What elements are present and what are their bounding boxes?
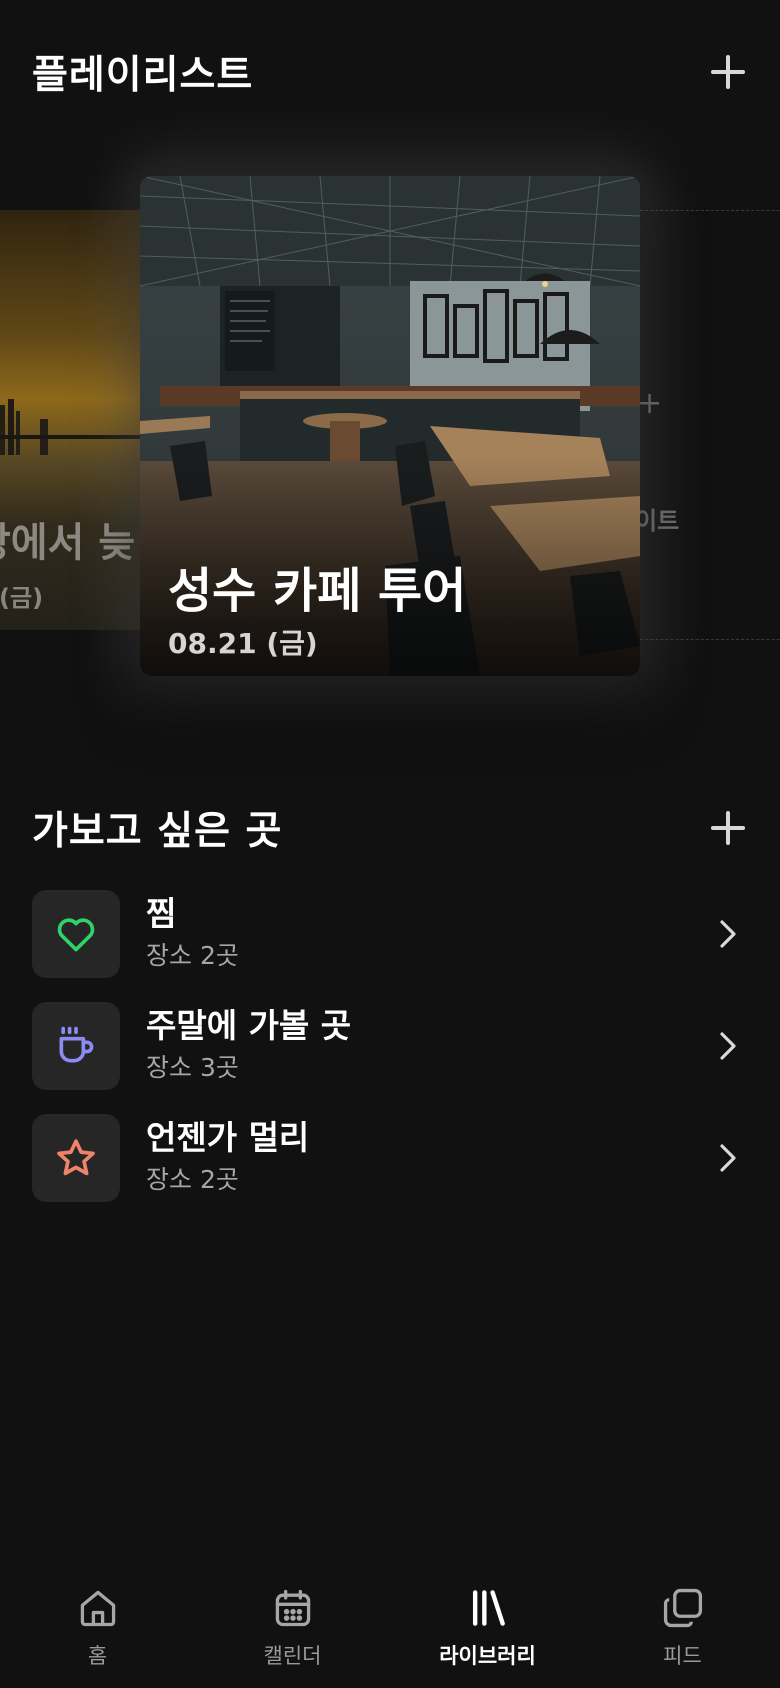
wishlist-item-icon-box [32, 1002, 120, 1090]
add-playlist-card[interactable]: + 이트 [625, 210, 780, 640]
wishlist-item-name: 찜 [146, 894, 177, 933]
add-card-label: 이트 [635, 507, 680, 535]
add-wishlist-button[interactable] [708, 808, 748, 848]
star-icon [57, 1139, 95, 1176]
bottom-navigation: 홈 캘린더 라이브러리 피드 [0, 1564, 780, 1688]
playlist-header: 플레이리스트 [32, 44, 748, 100]
previous-card-date: 7 (금) [0, 584, 44, 612]
playlist-card-current[interactable]: 성수 카페 투어 08.21 (금) [140, 176, 640, 676]
wishlist-item-favorites[interactable]: 찜 장소 2곳 [32, 878, 748, 990]
nav-label: 라이브러리 [439, 1644, 536, 1668]
current-card-title: 성수 카페 투어 [168, 563, 467, 619]
feed-icon [663, 1588, 702, 1628]
library-icon [472, 1590, 505, 1626]
chevron-right-icon [708, 914, 748, 954]
nav-label: 캘린더 [263, 1644, 322, 1668]
wishlist-item-count: 장소 3곳 [146, 1053, 239, 1082]
wishlist-item-someday[interactable]: 언젠가 멀리 장소 2곳 [32, 1102, 748, 1214]
nav-item-calendar[interactable]: 캘린더 [195, 1564, 390, 1688]
nav-item-feed[interactable]: 피드 [585, 1564, 780, 1688]
wishlist-section-title: 가보고 싶은 곳 [32, 809, 283, 854]
wishlist-header: 가보고 싶은 곳 [32, 800, 748, 856]
heart-icon [57, 918, 95, 952]
wishlist-item-icon-box [32, 1114, 120, 1202]
nav-item-library[interactable]: 라이브러리 [390, 1564, 585, 1688]
wishlist-item-count: 장소 2곳 [146, 941, 239, 970]
wishlist-item-weekend[interactable]: 주말에 가볼 곳 장소 3곳 [32, 990, 748, 1102]
playlist-library-screen: 플레이리스트 강에서 늦 7 (금) + 이트 [0, 0, 780, 1688]
chevron-right-icon [708, 1026, 748, 1066]
wishlist-item-name: 언젠가 멀리 [146, 1118, 310, 1157]
wishlist-list: 찜 장소 2곳 주말에 가볼 곳 장소 3곳 언젠가 멀리 장소 2곳 [32, 878, 748, 1214]
nav-label: 피드 [663, 1644, 702, 1668]
nav-item-home[interactable]: 홈 [0, 1564, 195, 1688]
home-icon [80, 1590, 115, 1627]
nav-label: 홈 [87, 1644, 108, 1668]
wishlist-item-icon-box [32, 890, 120, 978]
calendar-icon [275, 1589, 310, 1627]
add-playlist-button[interactable] [708, 52, 748, 92]
playlist-carousel[interactable]: 강에서 늦 7 (금) + 이트 [0, 170, 780, 730]
chevron-right-icon [708, 1138, 748, 1178]
coffee-cup-icon [59, 1026, 94, 1063]
previous-card-title: 강에서 늦 [0, 520, 136, 566]
current-card-date: 08.21 (금) [168, 627, 318, 660]
playlist-section-title: 플레이리스트 [32, 53, 254, 98]
add-card-plus-icon: + [637, 386, 663, 421]
wishlist-item-name: 주말에 가볼 곳 [146, 1006, 352, 1045]
wishlist-item-count: 장소 2곳 [146, 1165, 239, 1194]
